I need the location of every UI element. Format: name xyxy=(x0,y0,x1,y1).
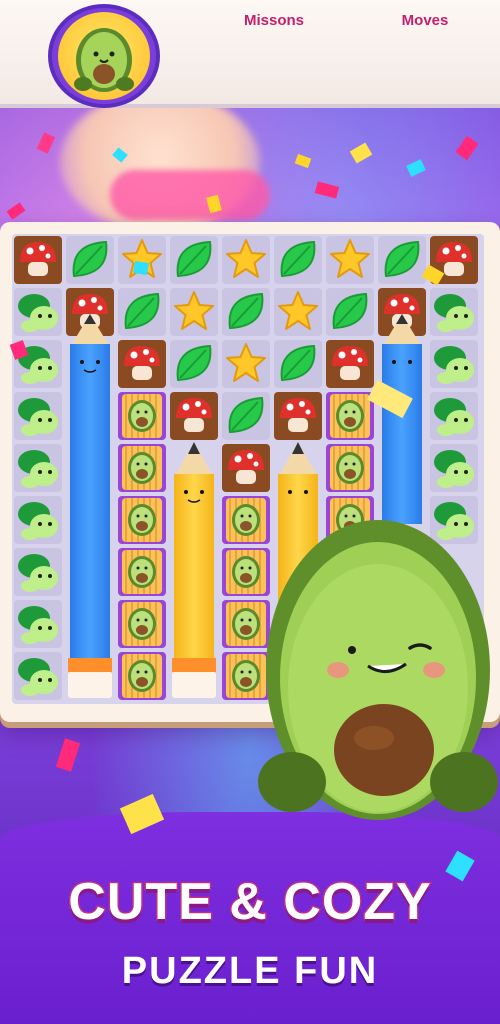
avocado-crate-tile xyxy=(117,443,167,493)
leaf-tile xyxy=(221,391,271,441)
star-tile xyxy=(325,235,375,285)
mushroom-tile xyxy=(118,340,166,388)
leaf-tile xyxy=(65,235,115,285)
blurred-bear-scarf xyxy=(110,170,270,220)
avocado-crate-tile xyxy=(117,391,167,441)
mushroom-tile xyxy=(326,340,374,388)
blue-pencil-left xyxy=(68,314,112,698)
avocado-crate-tile xyxy=(325,443,375,493)
mushroom-tile xyxy=(170,392,218,440)
leaf-tile xyxy=(169,339,219,389)
turtle-tile xyxy=(430,288,478,336)
avocado-crate-tile xyxy=(117,651,167,701)
turtle-tile xyxy=(430,444,478,492)
turtle-tile xyxy=(14,548,62,596)
avocado-plush-icon xyxy=(74,28,134,92)
headline-puzzle-fun: PUZZLE FUN xyxy=(121,950,379,992)
avocado-crate-tile xyxy=(117,495,167,545)
mushroom-tile xyxy=(222,444,270,492)
leaf-tile xyxy=(221,287,271,337)
turtle-tile xyxy=(14,496,62,544)
player-avatar[interactable] xyxy=(48,4,160,108)
avocado-crate-tile xyxy=(117,547,167,597)
leaf-tile xyxy=(325,287,375,337)
turtle-tile xyxy=(14,392,62,440)
turtle-tile xyxy=(14,652,62,700)
turtle-tile xyxy=(14,288,62,336)
avocado-crate-tile xyxy=(117,599,167,649)
mushroom-tile xyxy=(274,392,322,440)
turtle-tile xyxy=(14,600,62,648)
star-tile xyxy=(169,287,219,337)
leaf-tile xyxy=(169,235,219,285)
star-tile xyxy=(221,339,271,389)
star-tile xyxy=(273,287,323,337)
turtle-tile xyxy=(14,444,62,492)
confetti xyxy=(133,260,149,276)
yellow-pencil-left xyxy=(172,442,216,698)
leaf-tile xyxy=(273,235,323,285)
avatar-background xyxy=(58,12,150,100)
blue-pencil-right xyxy=(382,314,422,524)
leaf-tile xyxy=(117,287,167,337)
turtle-tile xyxy=(430,340,478,388)
turtle-tile xyxy=(430,392,478,440)
star-tile xyxy=(221,235,271,285)
leaf-tile xyxy=(377,235,427,285)
missions-title: Missons xyxy=(243,12,304,29)
leaf-tile xyxy=(273,339,323,389)
mushroom-tile xyxy=(14,236,62,284)
moves-title: Moves xyxy=(401,12,449,29)
avocado-plush-mascot xyxy=(258,520,498,820)
headline-cute-cozy: CUTE & COZY xyxy=(67,872,432,933)
star-tile xyxy=(117,235,167,285)
